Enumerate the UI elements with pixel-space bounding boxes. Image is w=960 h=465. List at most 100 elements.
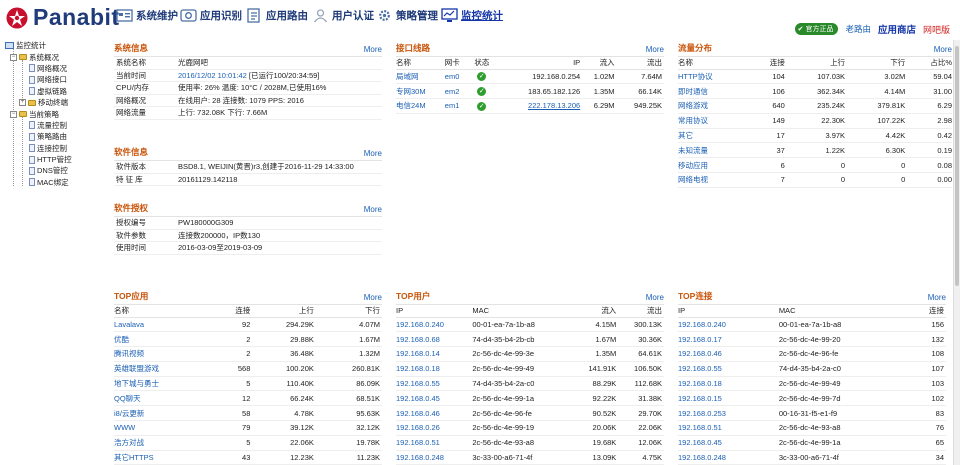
tree-item-http-control[interactable]: HTTP管控 (5, 154, 105, 165)
upstream: 362.34K (784, 83, 846, 100)
nav-user-auth[interactable]: 用户认证 (312, 8, 374, 23)
conn-ip[interactable]: 192.168.0.51 (678, 420, 779, 436)
app-name[interactable]: Lavalava (114, 317, 217, 333)
category-name[interactable]: 网络游戏 (678, 98, 753, 114)
app-name[interactable]: 地下城与勇士 (114, 376, 217, 392)
user-ip[interactable]: 192.168.0.18 (396, 361, 473, 377)
conn-ip[interactable]: 192.168.0.45 (678, 435, 779, 451)
more-link[interactable]: More (364, 149, 382, 158)
nic[interactable]: em1 (444, 98, 470, 114)
user-ip[interactable]: 192.168.0.14 (396, 346, 473, 362)
category-name[interactable]: 移动应用 (678, 157, 753, 174)
conn-ip[interactable]: 192.168.0.46 (678, 346, 779, 362)
user-ip[interactable]: 192.168.0.55 (396, 376, 473, 392)
nav-label: 监控统计 (461, 10, 503, 22)
nav-policy-management[interactable]: 策略管理 (376, 8, 438, 23)
app-name[interactable]: 优酷 (114, 331, 217, 348)
conn-ip[interactable]: 192.168.0.17 (678, 331, 779, 348)
conn-ip[interactable]: 192.168.0.18 (678, 376, 779, 392)
app-name[interactable]: 其它HTTPS (114, 450, 217, 465)
conn-ip[interactable]: 192.168.0.15 (678, 390, 779, 407)
table-row: 局域网 em0 ✓ 192.168.0.254 1.02M 7.64M (396, 69, 664, 85)
nav-app-routing[interactable]: 应用路由 (246, 8, 308, 23)
app-name[interactable]: 浩方对战 (114, 435, 217, 451)
tree-item-dns-control[interactable]: DNS管控 (5, 165, 105, 176)
tree-node-mobile-terminals[interactable]: + 移动终端 (5, 97, 105, 108)
tree-item-interfaces[interactable]: 网络接口 (5, 74, 105, 85)
expand-icon[interactable]: + (19, 99, 26, 107)
ip-link[interactable]: 222.178.13.206 (494, 98, 581, 114)
nav-app-identification[interactable]: 应用识别 (180, 8, 242, 23)
user-ip[interactable]: 192.168.0.68 (396, 331, 473, 348)
old-router-link[interactable]: 老路由 (845, 23, 871, 35)
tree-node-system-overview[interactable]: − 系统概况 (5, 51, 105, 62)
more-link[interactable]: More (646, 293, 664, 302)
tree-item-policy-routing[interactable]: 策略路由 (5, 131, 105, 142)
more-link[interactable]: More (364, 205, 382, 214)
tree-item-connection-control[interactable]: 连接控制 (5, 143, 105, 154)
table-row: 网络游戏 640 235.24K 379.81K 6.29 (678, 98, 952, 114)
user-ip[interactable]: 192.168.0.46 (396, 405, 473, 422)
conn-ip[interactable]: 192.168.0.55 (678, 361, 779, 377)
info-row: 特 征 库 20161129.142118 (114, 174, 382, 186)
tree-item-traffic-control[interactable]: 流量控制 (5, 120, 105, 131)
nic[interactable]: em0 (444, 69, 470, 85)
app-name[interactable]: 腾讯视频 (114, 346, 217, 362)
user-ip[interactable]: 192.168.0.26 (396, 420, 473, 436)
collapse-icon[interactable]: − (10, 110, 17, 118)
tree-item-network-overview[interactable]: 网络概况 (5, 63, 105, 74)
table-row: 未知流量 37 1.22K 6.30K 0.19 (678, 142, 952, 159)
collapse-icon[interactable]: − (10, 53, 17, 61)
table-row: 192.168.0.17 2c-56-dc-4e-99-20 132 (678, 331, 946, 348)
current-time-link[interactable]: 2016/12/02 10:01:42 (178, 71, 247, 80)
link-name[interactable]: 电信24M (396, 98, 445, 114)
info-row: 当前时间 2016/12/02 10:01:42 [已运行100/20:34:59… (114, 70, 382, 82)
connections: 37 (752, 142, 785, 159)
table-header-row: IP MAC 连接 (678, 305, 946, 318)
table-row: 优酷 2 29.88K 1.67M (114, 331, 382, 348)
upstream: 4.78K (250, 405, 314, 422)
nic[interactable]: em2 (444, 83, 470, 100)
netcafe-edition-link[interactable]: 网吧版 (923, 23, 950, 36)
user-ip[interactable]: 192.168.0.45 (396, 390, 473, 407)
app-store-link[interactable]: 应用商店 (878, 22, 916, 36)
category-name[interactable]: 其它 (678, 128, 753, 144)
app-name[interactable]: 英雄联盟游戏 (114, 361, 217, 377)
more-link[interactable]: More (364, 45, 382, 54)
conn-ip[interactable]: 192.168.0.240 (678, 317, 779, 333)
tree-root-monitoring[interactable]: 监控统计 (5, 40, 105, 51)
more-link[interactable]: More (928, 293, 946, 302)
user-ip[interactable]: 192.168.0.51 (396, 435, 473, 451)
conn-ip[interactable]: 192.168.0.248 (678, 450, 779, 465)
tree-node-current-policy[interactable]: − 当前策略 (5, 108, 105, 119)
more-link[interactable]: More (934, 45, 952, 54)
category-name[interactable]: HTTP协议 (678, 69, 753, 85)
more-link[interactable]: More (364, 293, 382, 302)
scrollbar-thumb[interactable] (955, 46, 959, 286)
folder-open-icon (19, 111, 27, 118)
category-name[interactable]: 网络电视 (678, 172, 753, 188)
vertical-scrollbar[interactable] (953, 40, 960, 465)
link-name[interactable]: 专网30M (396, 83, 445, 100)
conn-ip[interactable]: 192.168.0.253 (678, 405, 779, 422)
tree-item-virtual-links[interactable]: 虚拟链路 (5, 86, 105, 97)
user-ip[interactable]: 192.168.0.240 (396, 317, 473, 333)
link-name[interactable]: 局域网 (396, 69, 445, 85)
tree-item-mac-binding[interactable]: MAC绑定 (5, 177, 105, 188)
nav-system-maintenance[interactable]: 系统维护 (116, 8, 178, 23)
panel-header: 软件信息 More (114, 147, 382, 161)
nav-monitoring[interactable]: 监控统计 (441, 8, 503, 23)
table-row: 192.168.0.253 00-16-31-f5-e1-f9 83 (678, 405, 946, 422)
table-row: 其它 17 3.97K 4.42K 0.42 (678, 128, 952, 144)
info-row: 软件参数 连接数200000，IP数130 (114, 230, 382, 242)
app-id-icon (180, 9, 197, 22)
app-name[interactable]: i8/云更新 (114, 405, 217, 422)
connections: 568 (216, 361, 251, 377)
category-name[interactable]: 常用协议 (678, 113, 753, 129)
user-ip[interactable]: 192.168.0.248 (396, 450, 473, 465)
app-name[interactable]: WWW (114, 420, 217, 436)
category-name[interactable]: 即时通信 (678, 83, 753, 100)
more-link[interactable]: More (646, 45, 664, 54)
app-name[interactable]: QQ聊天 (114, 390, 217, 407)
category-name[interactable]: 未知流量 (678, 142, 753, 159)
